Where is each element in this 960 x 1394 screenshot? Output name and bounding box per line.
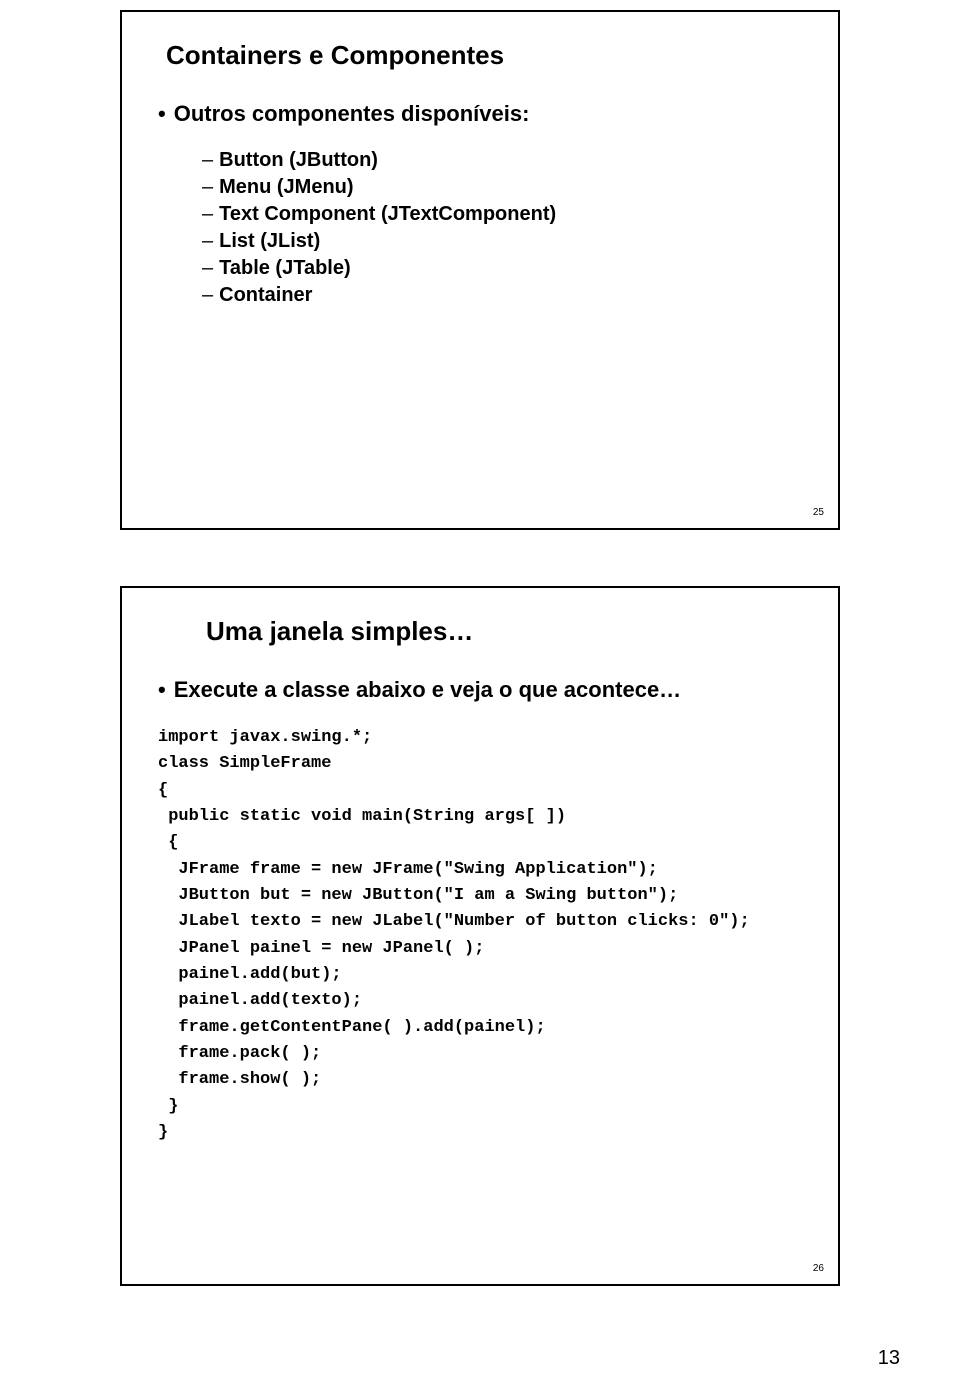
list-item-label: Container bbox=[219, 284, 312, 307]
slide-26: Uma janela simples… • Execute a classe a… bbox=[120, 586, 840, 1286]
list-item: – List (JList) bbox=[202, 230, 802, 253]
dash-icon: – bbox=[202, 149, 213, 172]
dash-icon: – bbox=[202, 203, 213, 226]
slide-title: Uma janela simples… bbox=[206, 616, 802, 647]
page-number: 13 bbox=[878, 1347, 900, 1370]
list-item: – Container bbox=[202, 284, 802, 307]
code-block: import javax.swing.*; class SimpleFrame … bbox=[158, 725, 802, 1147]
list-item: – Table (JTable) bbox=[202, 257, 802, 280]
list-item-label: Menu (JMenu) bbox=[219, 176, 353, 199]
slide-title: Containers e Componentes bbox=[166, 40, 802, 71]
list-item-label: Button (JButton) bbox=[219, 149, 378, 172]
bullet-dot-icon: • bbox=[158, 679, 166, 701]
dash-icon: – bbox=[202, 230, 213, 253]
slide-content: Uma janela simples… • Execute a classe a… bbox=[122, 588, 838, 1284]
slide-number: 25 bbox=[813, 507, 824, 518]
list-item-label: List (JList) bbox=[219, 230, 320, 253]
dash-icon: – bbox=[202, 257, 213, 280]
sub-list: – Button (JButton) – Menu (JMenu) – Text… bbox=[202, 149, 802, 307]
bullet-item: • Execute a classe abaixo e veja o que a… bbox=[158, 677, 802, 703]
list-item-label: Table (JTable) bbox=[219, 257, 351, 280]
slide-number: 26 bbox=[813, 1263, 824, 1274]
bullet-text: Outros componentes disponíveis: bbox=[174, 101, 530, 127]
dash-icon: – bbox=[202, 176, 213, 199]
slide-25: Containers e Componentes • Outros compon… bbox=[120, 10, 840, 530]
list-item: – Text Component (JTextComponent) bbox=[202, 203, 802, 226]
dash-icon: – bbox=[202, 284, 213, 307]
list-item-label: Text Component (JTextComponent) bbox=[219, 203, 556, 226]
list-item: – Button (JButton) bbox=[202, 149, 802, 172]
slide-content: Containers e Componentes • Outros compon… bbox=[122, 12, 838, 528]
bullet-dot-icon: • bbox=[158, 103, 166, 125]
bullet-text: Execute a classe abaixo e veja o que aco… bbox=[174, 677, 681, 703]
bullet-item: • Outros componentes disponíveis: bbox=[158, 101, 802, 127]
list-item: – Menu (JMenu) bbox=[202, 176, 802, 199]
